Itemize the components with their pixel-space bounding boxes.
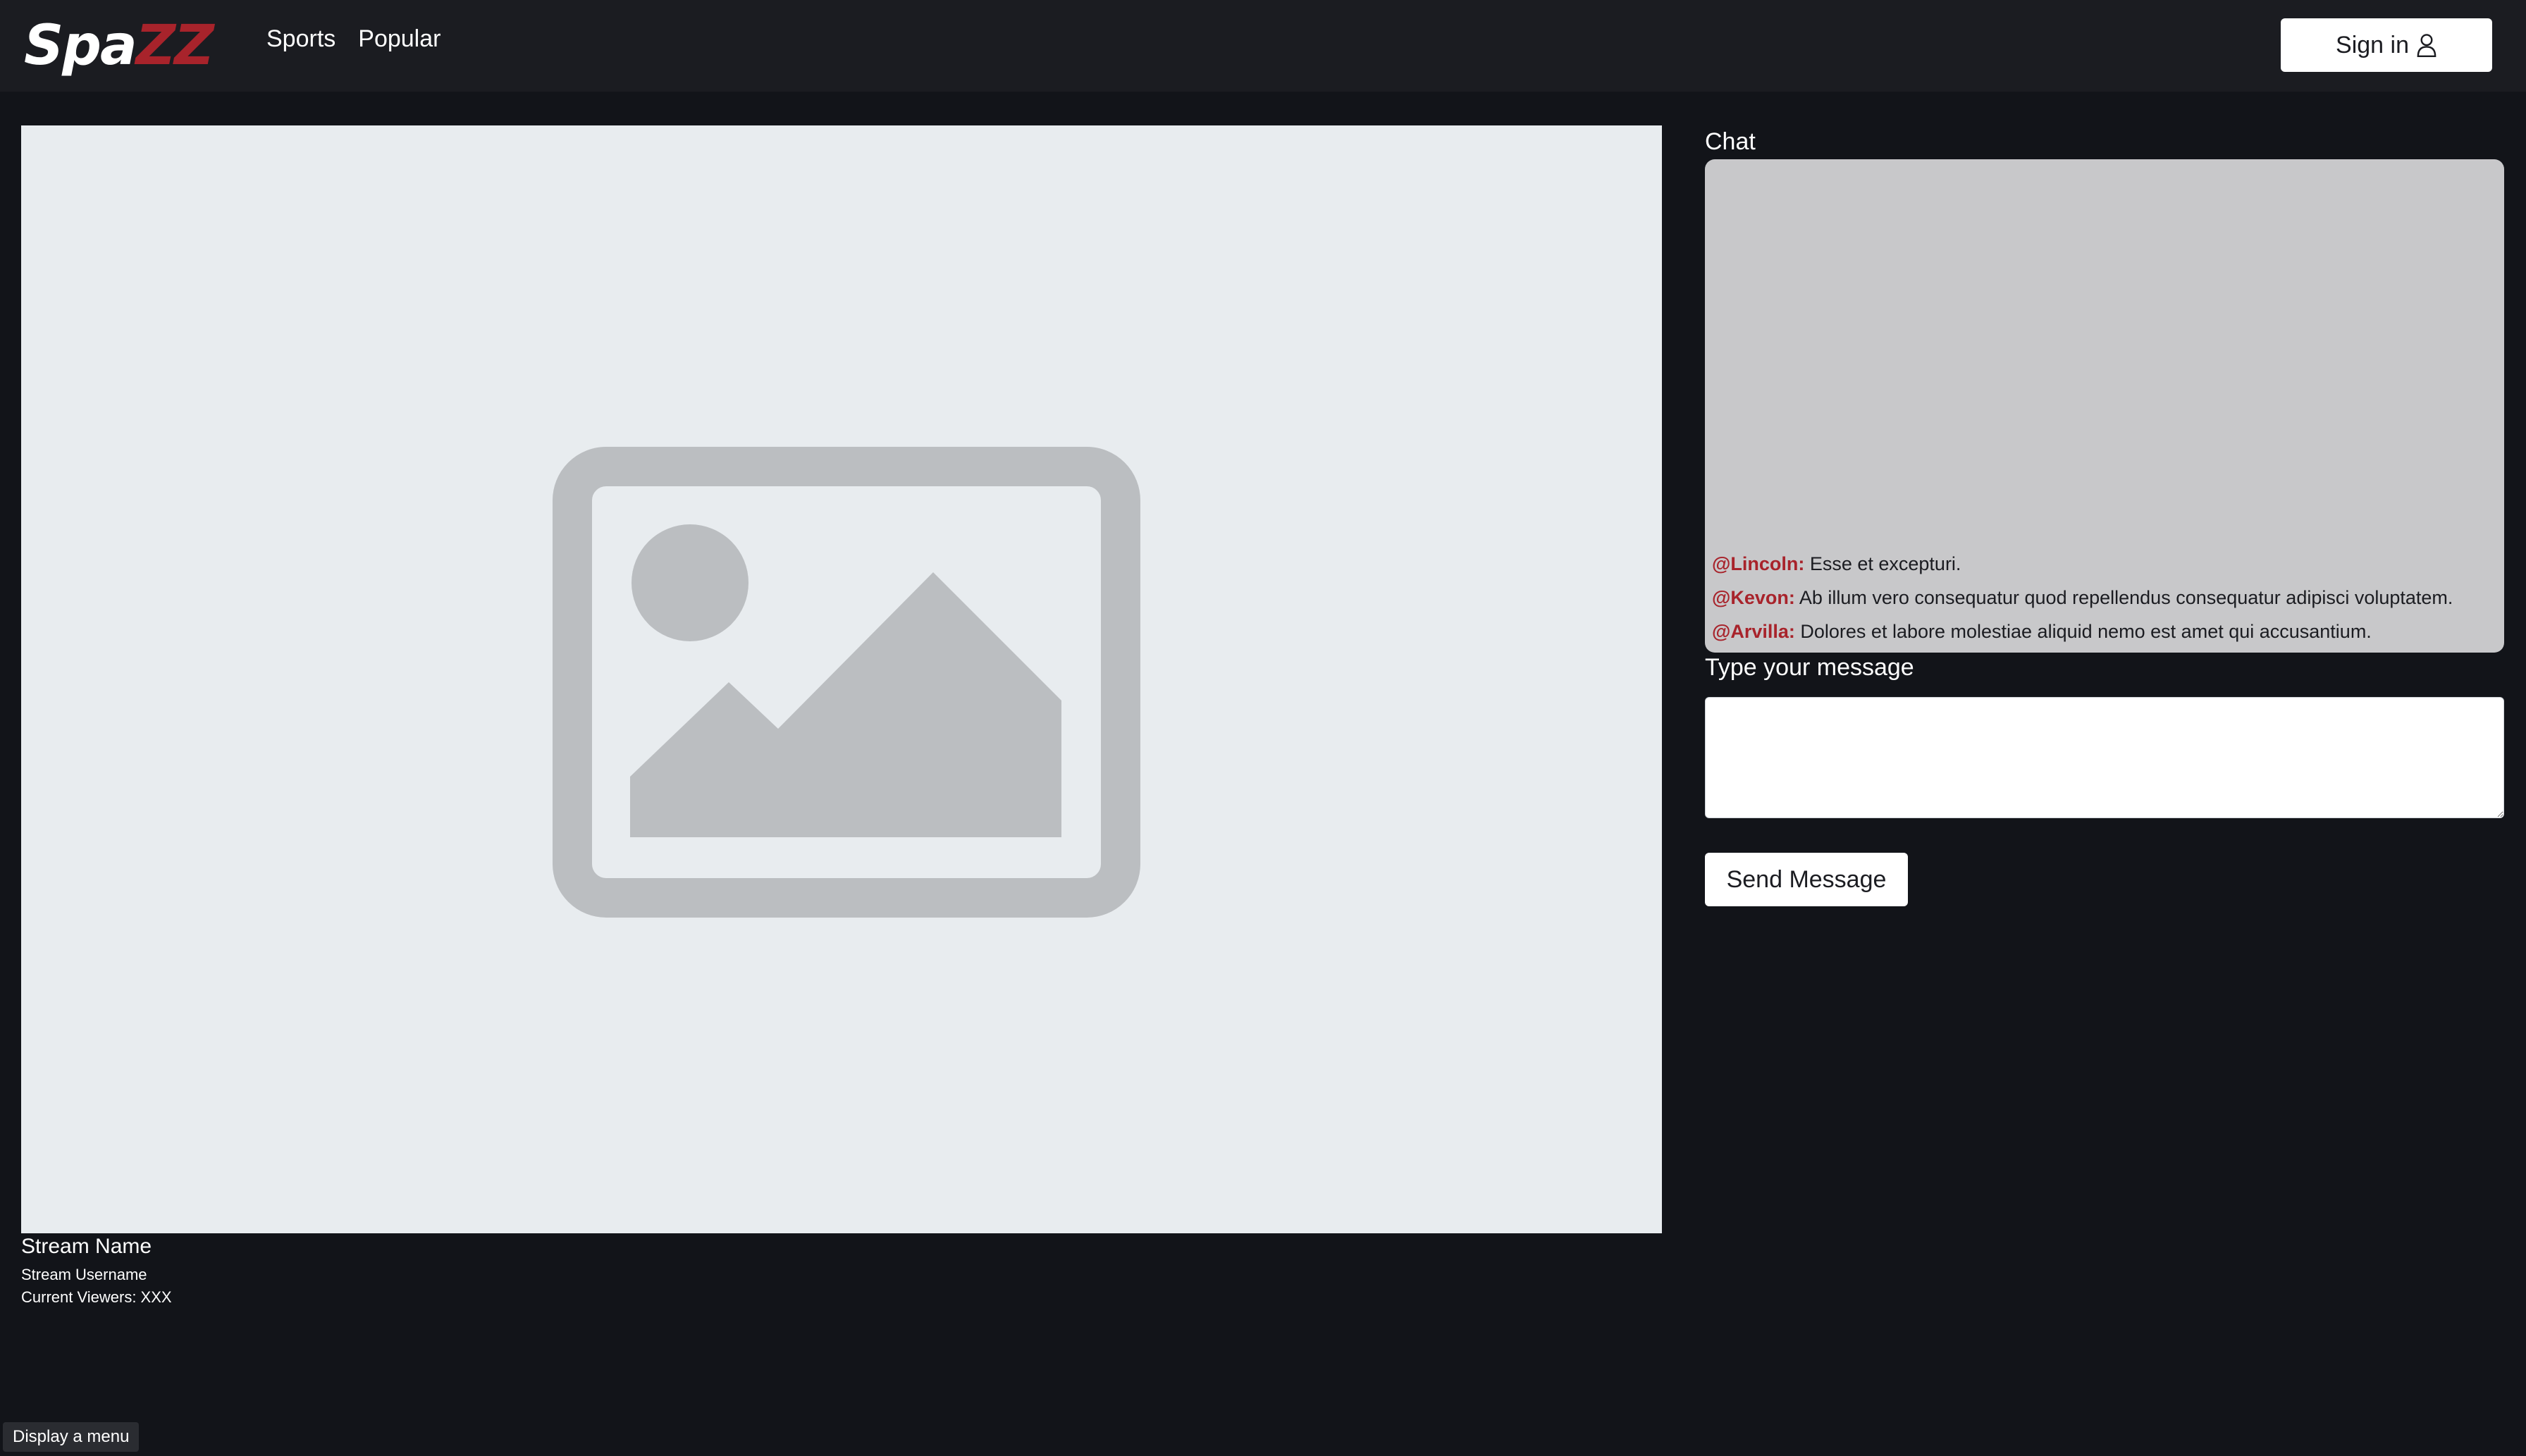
message-input[interactable] xyxy=(1705,697,2504,818)
display-menu-hint[interactable]: Display a menu xyxy=(3,1422,140,1452)
nav-link-sports[interactable]: Sports xyxy=(266,25,335,53)
sign-in-label: Sign in xyxy=(2336,31,2409,58)
chat-message-user[interactable]: @Lincoln: xyxy=(1712,553,1804,574)
logo-text-red: ZZ xyxy=(135,14,214,78)
stream-name: Stream Name xyxy=(21,1235,152,1258)
chat-message-text: Esse et excepturi. xyxy=(1809,553,1961,574)
chat-message-user[interactable]: @Arvilla: xyxy=(1712,621,1795,642)
user-icon xyxy=(2417,34,2436,57)
main-nav: Sports Popular xyxy=(266,25,440,53)
spazz-logo[interactable]: Spa ZZ xyxy=(24,14,214,78)
chat-messages-panel[interactable]: @Lincoln: Esse et excepturi. @Kevon: Ab … xyxy=(1705,159,2504,653)
logo-text-white: Spa xyxy=(24,14,137,78)
chat-message-text: Ab illum vero consequatur quod repellend… xyxy=(1799,587,2453,608)
stream-username: Stream Username xyxy=(21,1266,147,1283)
chat-heading: Chat xyxy=(1705,128,1756,155)
top-navbar: Spa ZZ Sports Popular Sign in xyxy=(0,0,2526,92)
nav-link-popular[interactable]: Popular xyxy=(358,25,440,53)
chat-message-text: Dolores et labore molestiae aliquid nemo… xyxy=(1800,621,2372,642)
chat-message: @Lincoln: Esse et excepturi. xyxy=(1712,547,2490,581)
chat-message-user[interactable]: @Kevon: xyxy=(1712,587,1795,608)
image-placeholder-icon xyxy=(553,447,1140,918)
sign-in-button[interactable]: Sign in xyxy=(2281,18,2492,72)
send-message-button[interactable]: Send Message xyxy=(1705,853,1908,906)
stream-player[interactable] xyxy=(21,125,1662,1233)
message-input-label: Type your message xyxy=(1705,654,1914,681)
chat-message: @Arvilla: Dolores et labore molestiae al… xyxy=(1712,615,2490,648)
chat-message-list: @Lincoln: Esse et excepturi. @Kevon: Ab … xyxy=(1712,547,2490,648)
chat-message: @Kevon: Ab illum vero consequatur quod r… xyxy=(1712,581,2490,615)
stream-viewer-count: Current Viewers: XXX xyxy=(21,1288,172,1306)
